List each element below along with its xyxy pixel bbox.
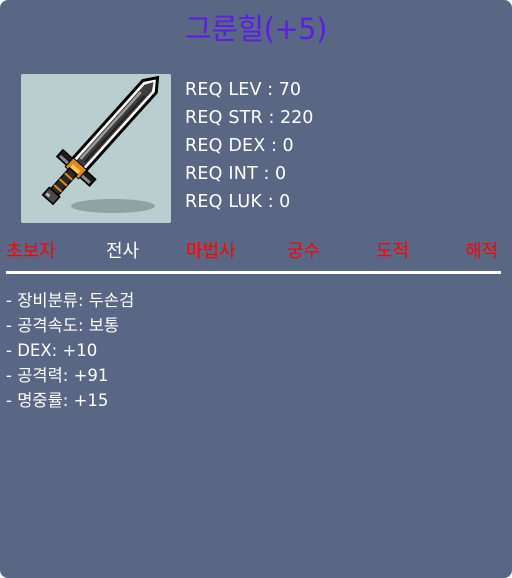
stat-dex: - DEX: +10 [6, 341, 98, 360]
req-int: REQ INT : 0 [185, 164, 287, 184]
job-archer: 궁수 [287, 241, 321, 262]
stat-equipment-type: - 장비분류: 두손검 [6, 291, 135, 310]
req-luk: REQ LUK : 0 [185, 192, 291, 212]
stat-attack-speed: - 공격속도: 보통 [6, 316, 120, 335]
job-magician: 마법사 [186, 241, 236, 262]
req-str: REQ STR : 220 [185, 108, 314, 128]
job-pirate: 해적 [465, 241, 499, 262]
divider [6, 271, 501, 274]
stat-accuracy: - 명중률: +15 [6, 391, 109, 410]
job-beginner: 초보자 [6, 241, 56, 262]
two-handed-sword-icon [41, 75, 160, 213]
job-thief: 도적 [376, 241, 410, 262]
item-icon-frame [21, 74, 171, 223]
item-name: 그룬힐(+5) [185, 12, 327, 46]
stat-attack: - 공격력: +91 [6, 366, 109, 385]
req-dex: REQ DEX : 0 [185, 136, 294, 156]
item-tooltip-panel: 그룬힐(+5) REQ LEV: 70 REQ STR: 220 REQ D… [0, 0, 512, 578]
req-level: REQ LEV : 70 [185, 80, 302, 100]
job-warrior: 전사 [106, 241, 140, 262]
job-class-row: 초보자 전사 마법사 궁수 도적 해적 [0, 238, 512, 266]
